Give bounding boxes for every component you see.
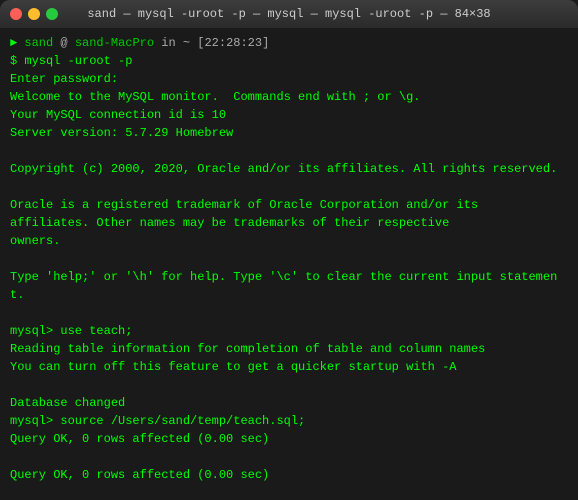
- terminal-body[interactable]: ► sand @ sand-MacPro in ~ [22:28:23]$ my…: [0, 28, 578, 500]
- maximize-button[interactable]: [46, 8, 58, 20]
- terminal-line: [10, 304, 568, 322]
- terminal-line: Query OK, 0 rows affected (0.00 sec): [10, 430, 568, 448]
- terminal-line: [10, 484, 568, 500]
- terminal-line: Server version: 5.7.29 Homebrew: [10, 124, 568, 142]
- terminal-line: Database changed: [10, 394, 568, 412]
- terminal-line: Copyright (c) 2000, 2020, Oracle and/or …: [10, 160, 568, 178]
- close-button[interactable]: [10, 8, 22, 20]
- terminal-line: owners.: [10, 232, 568, 250]
- terminal-line: Oracle is a registered trademark of Orac…: [10, 196, 568, 214]
- terminal-line: You can turn off this feature to get a q…: [10, 358, 568, 376]
- terminal-line: [10, 178, 568, 196]
- terminal-line: affiliates. Other names may be trademark…: [10, 214, 568, 232]
- terminal-line: [10, 376, 568, 394]
- window-controls[interactable]: [10, 8, 58, 20]
- terminal-line: Welcome to the MySQL monitor. Commands e…: [10, 88, 568, 106]
- terminal-line: Your MySQL connection id is 10: [10, 106, 568, 124]
- terminal-line: Enter password:: [10, 70, 568, 88]
- terminal-line: Type 'help;' or '\h' for help. Type '\c'…: [10, 268, 568, 304]
- terminal-line: Reading table information for completion…: [10, 340, 568, 358]
- terminal-line: mysql> use teach;: [10, 322, 568, 340]
- title-bar: sand — mysql -uroot -p — mysql — mysql -…: [0, 0, 578, 28]
- terminal-line: [10, 142, 568, 160]
- terminal-line: Query OK, 0 rows affected (0.00 sec): [10, 466, 568, 484]
- minimize-button[interactable]: [28, 8, 40, 20]
- terminal-line: $ mysql -uroot -p: [10, 52, 568, 70]
- terminal-line: mysql> source /Users/sand/temp/teach.sql…: [10, 412, 568, 430]
- shell-prompt: ► sand @ sand-MacPro in ~ [22:28:23]: [10, 34, 568, 52]
- terminal-line: [10, 448, 568, 466]
- terminal-line: [10, 250, 568, 268]
- window-title: sand — mysql -uroot -p — mysql — mysql -…: [87, 7, 490, 21]
